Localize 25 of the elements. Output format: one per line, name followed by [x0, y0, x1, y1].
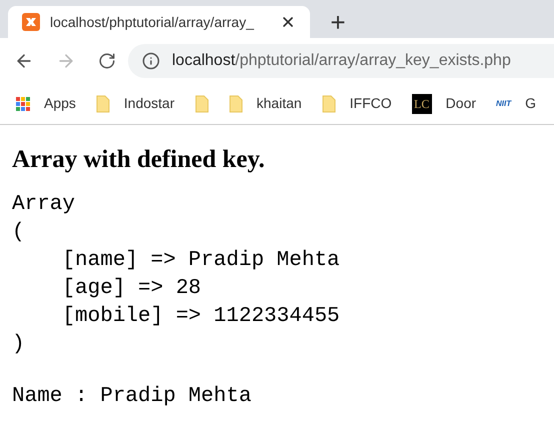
- logo-icon: NIIT: [496, 98, 512, 110]
- browser-tab[interactable]: localhost/phptutorial/array/array_: [8, 6, 310, 38]
- folder-icon: [228, 94, 243, 112]
- bookmark[interactable]: Apps: [16, 93, 76, 114]
- bookmark[interactable]: khaitan: [228, 93, 302, 114]
- apps-grid-icon: [16, 96, 30, 110]
- tab-title: localhost/phptutorial/array/array_: [50, 12, 255, 32]
- new-tab-button[interactable]: +: [318, 6, 358, 38]
- bookmark[interactable]: NIIT G: [496, 93, 536, 114]
- array-output: Array ( [name] => Pradip Mehta [age] => 28 [mobile] => 1122334455 ): [12, 192, 341, 358]
- page-heading: Array with defined key.: [12, 145, 266, 175]
- folder-icon: [96, 94, 110, 112]
- bookmark[interactable]: LC Door: [412, 93, 476, 114]
- app-logo-icon: [22, 13, 40, 31]
- bookmark[interactable]: Indostar: [96, 93, 175, 114]
- info-icon: [142, 52, 160, 70]
- bookmark[interactable]: IFFCO: [322, 93, 392, 114]
- close-icon[interactable]: [280, 14, 296, 30]
- address-bar[interactable]: localhost/phptutorial/array/array_key_exists.php: [128, 44, 554, 78]
- reload-icon[interactable]: [98, 52, 116, 70]
- logo-icon: LC: [412, 94, 432, 114]
- folder-icon: [322, 94, 336, 112]
- name-output: Name : Pradip Mehta: [12, 384, 252, 410]
- url-text: localhost/phptutorial/array/array_key_exists.php: [172, 50, 511, 70]
- folder-icon: [194, 94, 209, 112]
